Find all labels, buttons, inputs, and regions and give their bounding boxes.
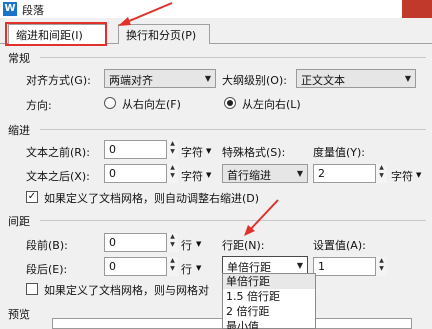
space-after-spinner[interactable]: ▲ ▼ [166,257,178,276]
red-annotation-arrow [244,199,279,236]
measure-label: 度量值(Y): [313,146,366,159]
line-spacing-option[interactable]: 2 倍行距 [223,304,315,319]
indent-after-value: 0 [109,167,116,180]
general-divider [40,57,426,58]
indent-before-label: 文本之前(R): [26,146,90,159]
measure-value: 2 [318,167,325,180]
chevron-down-icon[interactable]: ▼ [416,171,421,179]
alignment-select[interactable]: 两端对齐 ▼ [104,69,216,88]
indent-grid-checkbox[interactable]: ✓ [26,191,38,203]
spacing-divider [40,220,426,221]
indent-before-unit[interactable]: 字符 [181,144,203,160]
line-spacing-option[interactable]: 1.5 倍行距 [223,289,315,304]
preview-heading: 预览 [8,308,30,321]
space-after-label: 段后(E): [26,263,68,276]
space-after-value: 0 [109,260,116,273]
rtl-radio[interactable] [104,97,116,109]
spacing-grid-label[interactable]: 如果定义了文档网格，则与网格对 [44,282,209,298]
indent-grid-label[interactable]: 如果定义了文档网格，则自动调整右缩进(D) [44,190,259,206]
chevron-down-icon: ▼ [296,261,303,270]
space-before-label: 段前(B): [26,239,68,252]
close-button[interactable] [402,0,432,18]
line-spacing-option[interactable]: 单倍行距 [223,274,315,289]
indent-after-label: 文本之后(X): [26,170,90,183]
space-before-value: 0 [109,236,116,249]
alignment-label: 对齐方式(G): [26,74,91,87]
indent-heading: 缩进 [8,124,30,137]
red-annotation-arrow [118,2,173,26]
indent-divider [40,129,426,130]
indent-after-spinner[interactable]: ▲ ▼ [166,164,178,183]
setting-value: 1 [318,260,325,273]
setting-value-label: 设置值(A): [313,239,366,252]
measure-spinner[interactable]: ▲ ▼ [375,164,387,183]
ltr-radio[interactable] [224,97,236,109]
space-before-spinner[interactable]: ▲ ▼ [166,233,178,252]
wps-writer-icon: W [3,2,17,16]
chevron-down-icon: ▼ [204,74,211,83]
line-spacing-dropdown: 单倍行距 1.5 倍行距 2 倍行距 最小值 [222,273,316,329]
indent-after-unit[interactable]: 字符 [181,168,203,184]
outline-level-value: 正文文本 [301,74,345,87]
chevron-down-icon[interactable]: ▼ [196,240,201,248]
direction-label: 方向: [26,99,52,112]
special-format-label: 特殊格式(S): [222,146,286,159]
measure-unit[interactable]: 字符 [391,168,413,184]
chevron-down-icon[interactable]: ▼ [196,264,201,272]
chevron-down-icon: ▼ [404,74,411,83]
chevron-down-icon[interactable]: ▼ [206,171,211,179]
outline-level-select[interactable]: 正文文本 ▼ [296,69,416,88]
outline-level-label: 大纲级别(O): [222,74,287,87]
chevron-down-icon: ▼ [296,169,303,178]
window-title: 段落 [22,4,44,17]
general-heading: 常规 [8,52,30,65]
line-spacing-option[interactable]: 最小值 [223,319,315,329]
spacing-heading: 间距 [8,215,30,228]
rtl-label[interactable]: 从右向左(F) [122,96,181,112]
space-after-unit[interactable]: 行 [181,261,192,277]
special-format-select[interactable]: 首行缩进 ▼ [222,164,308,183]
spacing-grid-checkbox[interactable] [26,283,38,295]
ltr-label[interactable]: 从左向右(L) [242,96,301,112]
setting-value-spinner[interactable]: ▲ ▼ [375,257,387,276]
alignment-value: 两端对齐 [109,74,153,87]
indent-before-spinner[interactable]: ▲ ▼ [166,140,178,159]
chevron-down-icon[interactable]: ▼ [206,147,211,155]
space-before-unit[interactable]: 行 [181,237,192,253]
indent-before-value: 0 [109,143,116,156]
special-format-value: 首行缩进 [227,169,271,182]
